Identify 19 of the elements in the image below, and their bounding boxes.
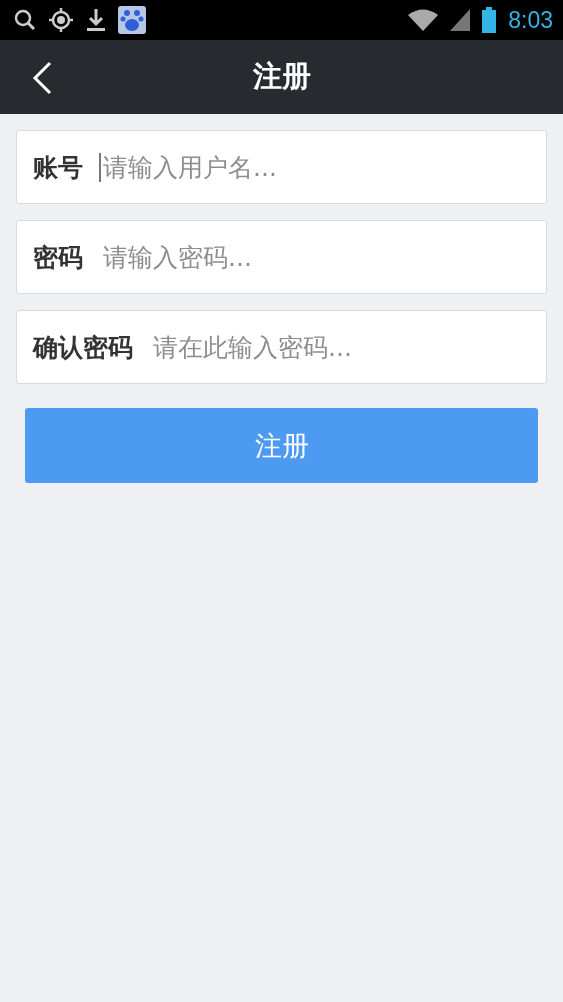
paw-icon [118, 6, 146, 34]
field-label: 确认密码 [33, 331, 133, 364]
field-label: 密码 [33, 241, 83, 274]
page-title: 注册 [252, 58, 311, 95]
download-icon [86, 8, 106, 32]
form-field[interactable]: 密码 请输入密码... [16, 220, 547, 294]
signal-icon [450, 9, 471, 31]
form-field[interactable]: 确认密码 请在此输入密码... [16, 310, 547, 384]
search-icon [14, 9, 36, 31]
input-field[interactable]: 请在此输入密码... [149, 332, 530, 362]
back-button[interactable] [30, 61, 54, 95]
wifi-icon [408, 9, 439, 31]
clock: 8:03 [508, 6, 553, 34]
field-label: 账号 [33, 151, 83, 184]
location-icon [48, 7, 74, 33]
input-field[interactable]: 请输入密码... [99, 242, 530, 272]
battery-icon [482, 7, 497, 33]
input-field[interactable]: 请输入用户名... [99, 152, 530, 182]
form-field[interactable]: 账号 请输入用户名... [16, 130, 547, 204]
